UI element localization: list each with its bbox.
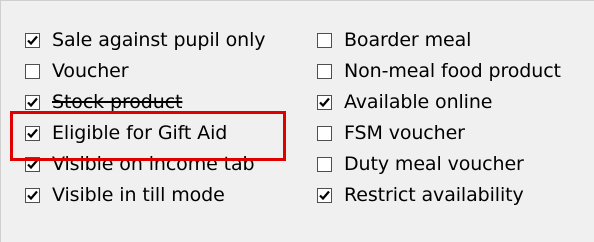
checkbox-fsm-voucher[interactable] <box>317 126 332 141</box>
option-label: Visible in till mode <box>52 184 225 206</box>
checkbox-duty-meal-voucher[interactable] <box>317 157 332 172</box>
checkbox-visible-in-till-mode[interactable] <box>25 188 40 203</box>
option-label: FSM voucher <box>344 122 465 144</box>
options-panel: Sale against pupil only Voucher Stock pr… <box>0 0 594 242</box>
option-fsm-voucher[interactable]: FSM voucher <box>317 118 561 149</box>
option-duty-meal-voucher[interactable]: Duty meal voucher <box>317 149 561 180</box>
checkbox-stock-product[interactable] <box>25 95 40 110</box>
option-voucher[interactable]: Voucher <box>25 56 265 87</box>
checkbox-visible-on-income-tab[interactable] <box>25 157 40 172</box>
option-label: Visible on income tab <box>52 153 255 175</box>
checkbox-voucher[interactable] <box>25 64 40 79</box>
option-visible-on-income-tab[interactable]: Visible on income tab <box>25 149 265 180</box>
option-label: Non-meal food product <box>344 60 561 82</box>
checkbox-eligible-for-gift-aid[interactable] <box>25 126 40 141</box>
option-label: Voucher <box>52 60 129 82</box>
option-label: Eligible for Gift Aid <box>52 122 228 144</box>
option-eligible-for-gift-aid[interactable]: Eligible for Gift Aid <box>25 118 265 149</box>
option-non-meal-food-product[interactable]: Non-meal food product <box>317 56 561 87</box>
option-label: Sale against pupil only <box>52 29 266 51</box>
checkmark-icon <box>27 190 38 201</box>
option-label: Boarder meal <box>344 29 472 51</box>
option-restrict-availability[interactable]: Restrict availability <box>317 180 561 211</box>
option-available-online[interactable]: Available online <box>317 87 561 118</box>
checkmark-icon <box>27 159 38 170</box>
option-label: Available online <box>344 91 493 113</box>
checkbox-non-meal-food-product[interactable] <box>317 64 332 79</box>
checkbox-restrict-availability[interactable] <box>317 188 332 203</box>
option-label: Stock product <box>52 91 183 113</box>
checkbox-available-online[interactable] <box>317 95 332 110</box>
left-options-column: Sale against pupil only Voucher Stock pr… <box>25 25 266 211</box>
checkmark-icon <box>27 35 38 46</box>
option-label: Restrict availability <box>344 184 524 206</box>
checkbox-sale-against-pupil-only[interactable] <box>25 33 40 48</box>
option-stock-product[interactable]: Stock product <box>25 87 265 118</box>
checkmark-icon <box>319 190 330 201</box>
option-boarder-meal[interactable]: Boarder meal <box>317 25 561 56</box>
option-sale-against-pupil-only[interactable]: Sale against pupil only <box>25 25 266 56</box>
option-label: Duty meal voucher <box>344 153 524 175</box>
checkmark-icon <box>27 128 38 139</box>
checkmark-icon <box>319 97 330 108</box>
option-visible-in-till-mode[interactable]: Visible in till mode <box>25 180 265 211</box>
checkmark-icon <box>27 97 38 108</box>
right-options-column: Boarder meal Non-meal food product Avail… <box>317 25 561 211</box>
checkbox-boarder-meal[interactable] <box>317 33 332 48</box>
